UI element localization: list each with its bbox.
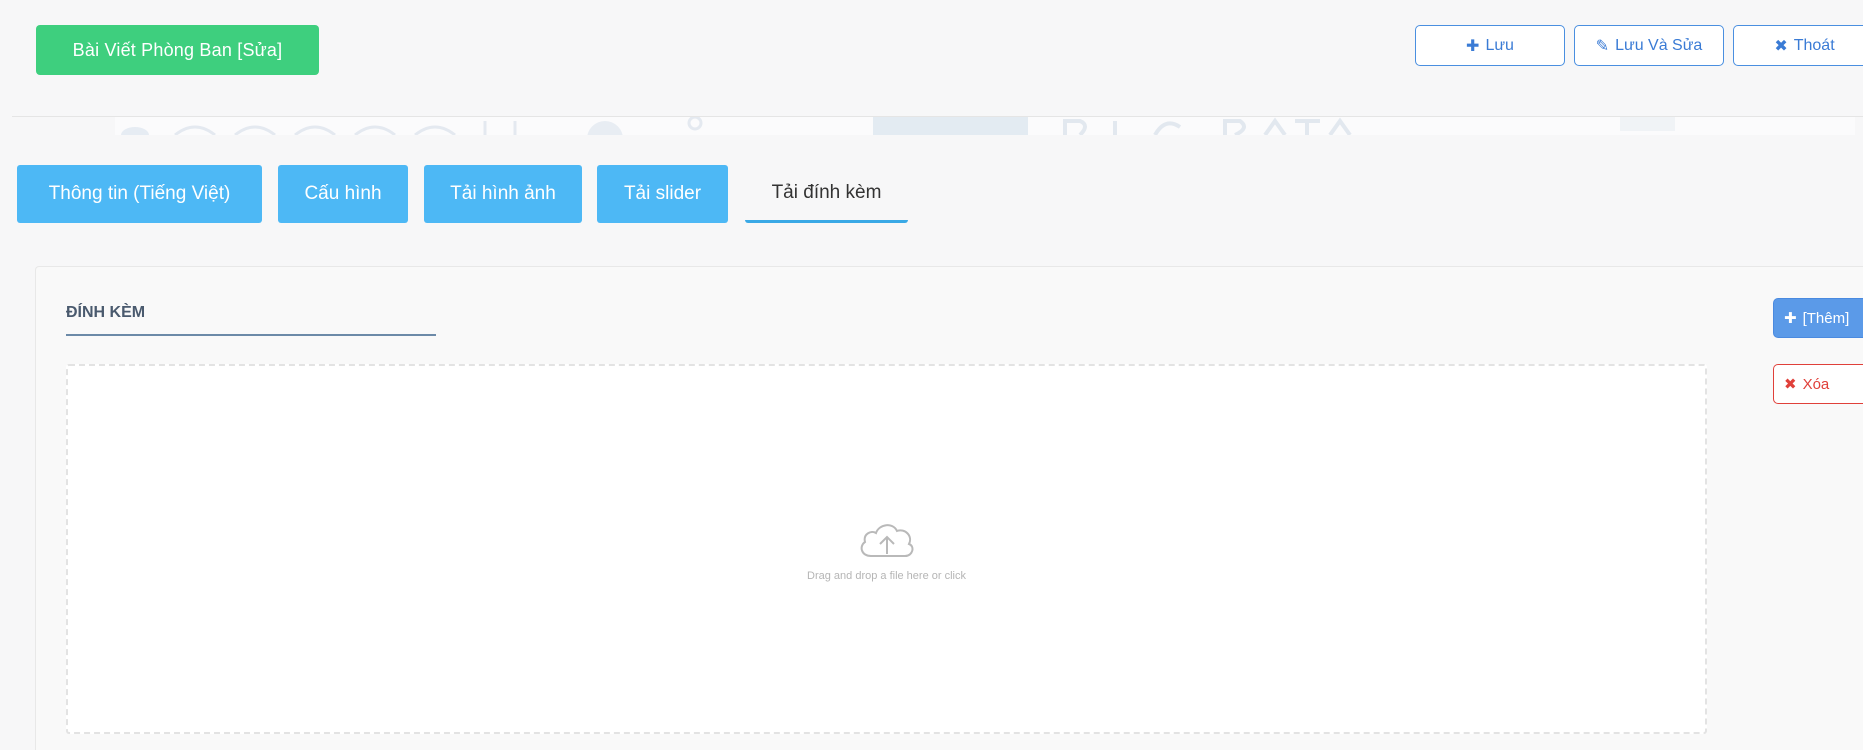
close-icon: ✖ [1774,37,1788,55]
tab-configuration[interactable]: Cấu hình [278,165,408,223]
save-and-edit-label: Lưu Và Sửa [1615,36,1703,54]
tab-upload-slider[interactable]: Tải slider [597,165,728,223]
add-attachment-button[interactable]: ✚ [Thêm] [1773,298,1863,338]
file-dropzone[interactable]: Drag and drop a file here or click [66,364,1707,734]
save-button-label: Lưu [1485,36,1514,54]
delete-attachment-button[interactable]: ✖ Xóa [1773,364,1863,404]
cloud-upload-icon [860,524,913,557]
dropzone-hint: Drag and drop a file here or click [807,570,966,582]
save-button[interactable]: ✚ Lưu [1415,25,1565,66]
tab-general-info[interactable]: Thông tin (Tiếng Việt) [17,165,262,223]
section-title: ĐÍNH KÈM [66,304,436,336]
plus-icon: ✚ [1466,37,1480,55]
pencil-icon: ✎ [1595,37,1610,55]
background-banner-image [115,117,1855,135]
tab-upload-images[interactable]: Tải hình ảnh [424,165,582,223]
exit-button[interactable]: ✖ Thoát [1733,25,1863,66]
delete-attachment-label: Xóa [1802,375,1830,393]
save-and-edit-button[interactable]: ✎ Lưu Và Sửa [1574,25,1724,66]
close-icon: ✖ [1784,376,1797,393]
plus-icon: ✚ [1784,310,1797,327]
tab-upload-attachments[interactable]: Tải đính kèm [745,165,908,223]
add-attachment-label: [Thêm] [1802,309,1850,327]
exit-button-label: Thoát [1793,36,1835,54]
page-header: Bài Viết Phòng Ban [Sửa] ✚ Lưu ✎ Lưu Và … [12,12,1863,117]
tab-bar: Thông tin (Tiếng Việt) Cấu hình Tải hình… [12,135,1863,250]
page-title: Bài Viết Phòng Ban [Sửa] [36,25,319,75]
app-window: Bài Viết Phòng Ban [Sửa] ✚ Lưu ✎ Lưu Và … [0,0,1863,750]
